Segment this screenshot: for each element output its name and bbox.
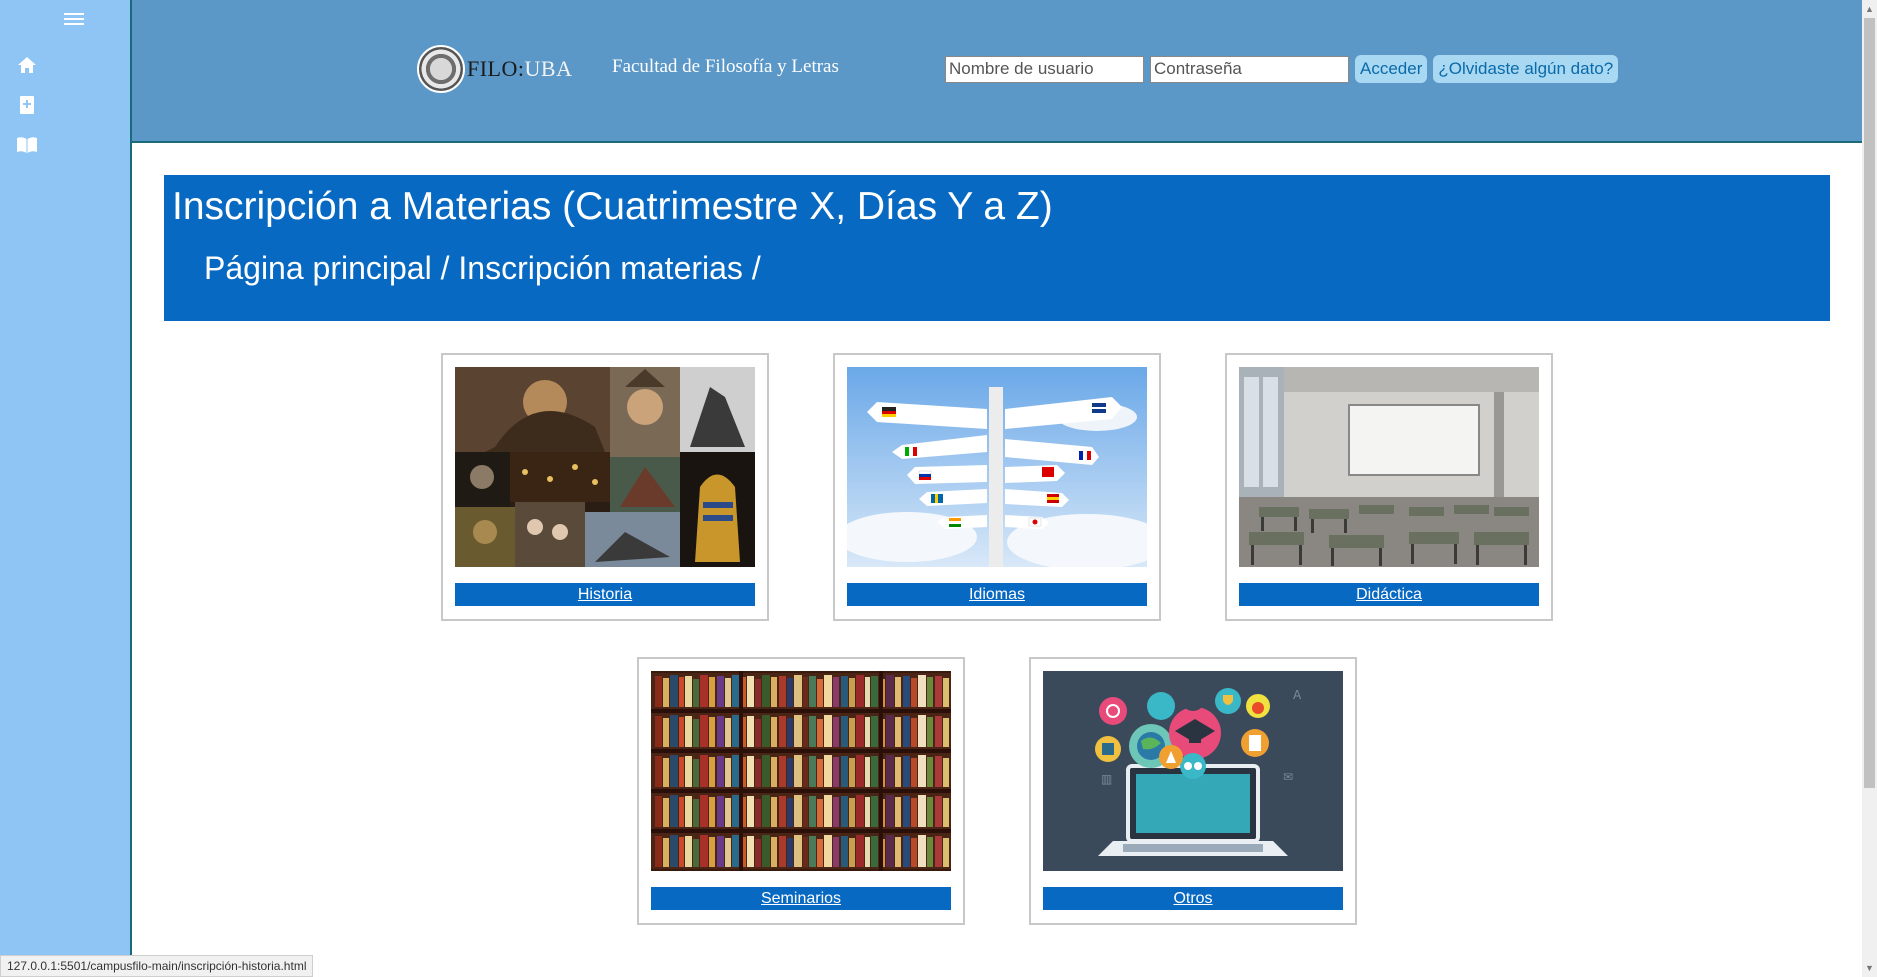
languages-signpost-image[interactable] <box>847 367 1147 567</box>
top-header: FILO:UBA Facultad de Filosofía y Letras … <box>132 0 1862 143</box>
breadcrumb-home-link[interactable]: Página principal <box>204 250 432 286</box>
scroll-up-icon[interactable]: ▲ <box>1864 2 1875 16</box>
breadcrumb-separator: / <box>742 250 761 286</box>
username-input[interactable] <box>945 55 1144 83</box>
history-collage-image[interactable] <box>455 367 755 567</box>
card-otros: ▥ A ✉ Otros <box>1029 657 1357 925</box>
status-bar-url: 127.0.0.1:5501/campusfilo-main/inscripci… <box>0 955 314 977</box>
historia-link[interactable]: Historia <box>455 583 755 606</box>
university-seal-icon <box>417 45 465 93</box>
plus-book-icon[interactable] <box>15 93 39 117</box>
login-form: Acceder ¿Olvidaste algún dato? <box>945 55 1619 83</box>
svg-text:▥: ▥ <box>1101 772 1112 786</box>
breadcrumb: Página principal / Inscripción materias … <box>204 250 761 287</box>
home-icon[interactable] <box>15 53 39 77</box>
filo-uba-logo[interactable]: FILO:UBA <box>417 45 572 93</box>
page-title: Inscripción a Materias (Cuatrimestre X, … <box>172 185 1053 228</box>
otros-link[interactable]: Otros <box>1043 887 1343 910</box>
hamburger-icon[interactable] <box>62 10 86 30</box>
card-idiomas: Idiomas <box>833 353 1161 621</box>
idiomas-link[interactable]: Idiomas <box>847 583 1147 606</box>
password-input[interactable] <box>1150 55 1349 83</box>
page-banner: Inscripción a Materias (Cuatrimestre X, … <box>164 175 1830 321</box>
breadcrumb-separator: / <box>431 250 459 286</box>
open-book-icon[interactable] <box>15 133 39 157</box>
card-historia: Historia <box>441 353 769 621</box>
sidebar <box>0 0 132 977</box>
education-laptop-image[interactable]: ▥ A ✉ <box>1043 671 1343 871</box>
forgot-password-button[interactable]: ¿Olvidaste algún dato? <box>1433 55 1619 83</box>
svg-text:A: A <box>1293 688 1302 702</box>
logo-text: FILO:UBA <box>467 56 573 81</box>
seminarios-link[interactable]: Seminarios <box>651 887 951 910</box>
scrollbar-thumb[interactable] <box>1864 18 1875 788</box>
card-seminarios: Seminarios <box>637 657 965 925</box>
bookshelf-image[interactable] <box>651 671 951 871</box>
faculty-name: Facultad de Filosofía y Letras <box>612 56 839 77</box>
login-button[interactable]: Acceder <box>1355 55 1428 83</box>
empty-classroom-image[interactable] <box>1239 367 1539 567</box>
scroll-down-icon[interactable]: ▼ <box>1864 961 1875 975</box>
card-didactica: Didáctica <box>1225 353 1553 621</box>
didactica-link[interactable]: Didáctica <box>1239 583 1539 606</box>
breadcrumb-current-link[interactable]: Inscripción materias <box>458 250 743 286</box>
svg-text:✉: ✉ <box>1283 770 1293 784</box>
